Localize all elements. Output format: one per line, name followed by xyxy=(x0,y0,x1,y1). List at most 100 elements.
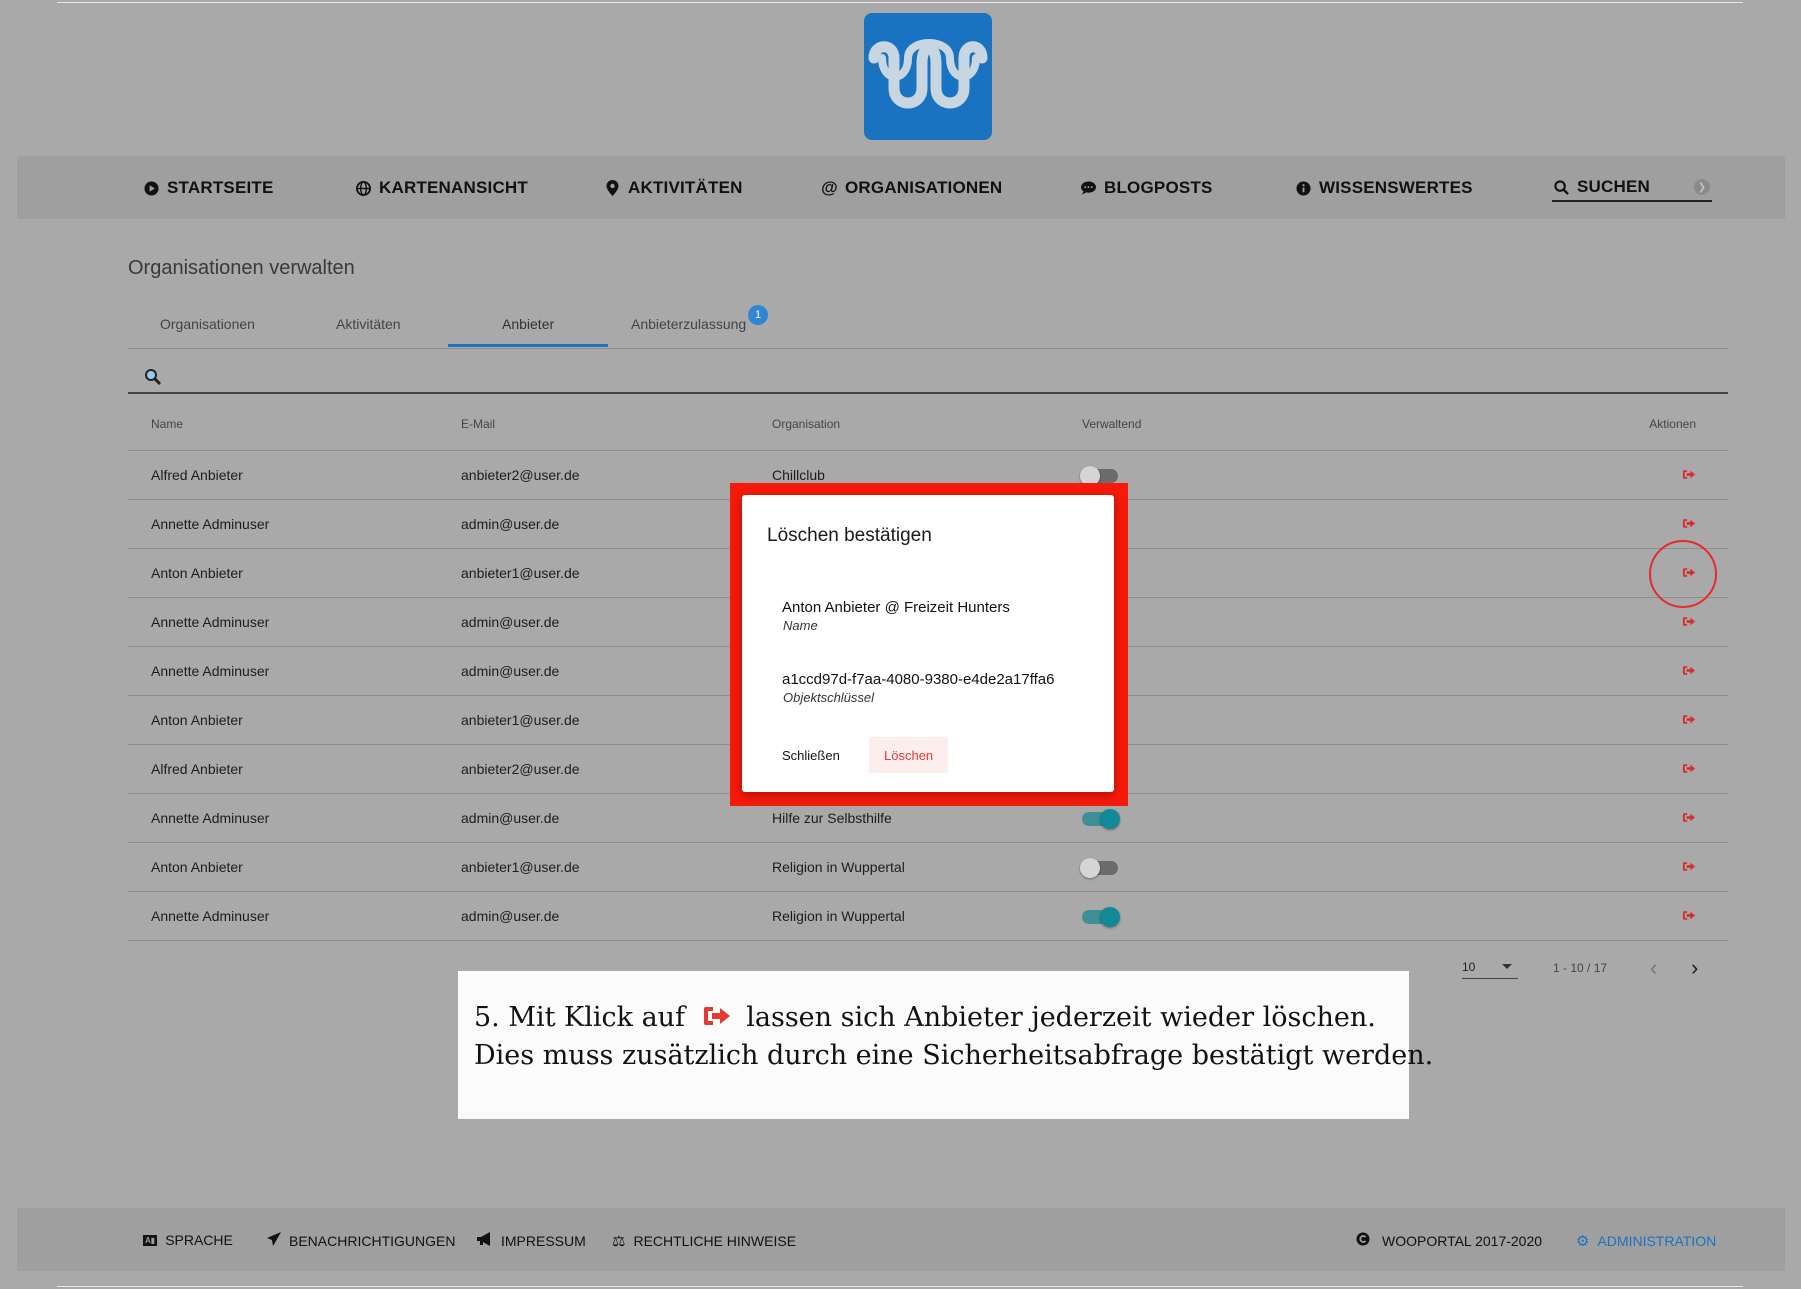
table-row: Anton Anbieter anbieter1@user.de Religion … xyxy=(128,842,1728,892)
column-header-organisation[interactable]: Organisation xyxy=(749,398,1059,451)
nav-label: AKTIVITÄTEN xyxy=(628,178,743,197)
dialog-title: Löschen bestätigen xyxy=(767,525,932,546)
toggle-knob xyxy=(1100,809,1120,830)
tab-aktivitaeten[interactable]: Aktivitäten xyxy=(336,316,401,332)
language-icon: A▮ xyxy=(143,1234,158,1246)
map-marker-icon xyxy=(605,180,620,196)
page-size-select[interactable]: 10 xyxy=(1462,960,1518,979)
footer-item-impressum[interactable]: IMPRESSUM xyxy=(477,1232,586,1249)
dialog-key-label: Objektschlüssel xyxy=(783,690,875,705)
cell-organisation: Religion in Wuppertal xyxy=(749,891,1059,941)
cell-name: Anton Anbieter xyxy=(128,548,438,598)
notification-badge: 1 xyxy=(748,305,768,325)
delete-provider-icon[interactable] xyxy=(1682,663,1696,679)
footer-item-sprache[interactable]: A▮ SPRACHE xyxy=(143,1232,233,1248)
nav-item-wissenswertes[interactable]: WISSENSWERTES xyxy=(1296,178,1473,198)
bottom-divider xyxy=(57,1286,1743,1287)
next-page-button[interactable]: › xyxy=(1691,955,1698,981)
nav-label: KARTENANSICHT xyxy=(379,178,528,197)
cell-name: Annette Adminuser xyxy=(128,793,438,843)
cell-verwaltend xyxy=(1059,842,1382,892)
delete-provider-icon[interactable] xyxy=(1682,761,1696,777)
footer: A▮ SPRACHE BENACHRICHTIGUNGEN IMPRESSUM … xyxy=(17,1208,1785,1271)
cell-name: Anton Anbieter xyxy=(128,695,438,745)
tab-organisationen[interactable]: Organisationen xyxy=(160,316,255,332)
dialog-key-value: a1ccd97d-f7aa-4080-9380-e4de2a17ffa6 xyxy=(782,671,1055,688)
nav-item-organisationen[interactable]: @ ORGANISATIONEN xyxy=(821,178,1003,198)
previous-page-button[interactable]: ‹ xyxy=(1650,955,1657,981)
cell-email: admin@user.de xyxy=(438,646,749,696)
tab-anbieterzulassung[interactable]: Anbieterzulassung xyxy=(631,316,746,332)
highlight-circle-annotation xyxy=(1649,540,1717,608)
cell-name: Annette Adminuser xyxy=(128,891,438,941)
delete-button[interactable]: Löschen xyxy=(869,737,949,773)
delete-provider-icon[interactable] xyxy=(1682,516,1696,532)
cell-aktionen xyxy=(1382,744,1728,794)
footer-item-rechtliche-hinweise[interactable]: ⚖ RECHTLICHE HINWEISE xyxy=(612,1232,796,1250)
cell-email: anbieter2@user.de xyxy=(438,450,749,500)
paper-plane-icon xyxy=(267,1232,281,1249)
dialog-name-label: Name xyxy=(783,618,818,633)
cell-aktionen xyxy=(1382,891,1728,941)
nav-label: BLOGPOSTS xyxy=(1104,178,1213,197)
column-header-verwaltend[interactable]: Verwaltend xyxy=(1059,398,1382,451)
cell-email: anbieter1@user.de xyxy=(438,842,749,892)
info-icon xyxy=(1296,180,1311,196)
column-header-name[interactable]: Name xyxy=(128,398,438,451)
tab-anbieter[interactable]: Anbieter xyxy=(502,316,554,332)
cell-email: anbieter1@user.de xyxy=(438,548,749,598)
toggle-knob xyxy=(1080,858,1100,879)
main-navigation: STARTSEITE KARTENANSICHT AKTIVITÄTEN @ O… xyxy=(17,156,1785,219)
managing-toggle[interactable] xyxy=(1082,809,1120,830)
delete-provider-icon[interactable] xyxy=(1682,614,1696,630)
page-title: Organisationen verwalten xyxy=(128,257,355,279)
search-icon xyxy=(144,368,162,391)
cell-aktionen xyxy=(1382,646,1728,696)
delete-confirm-dialog: Löschen bestätigen Anton Anbieter @ Frei… xyxy=(742,495,1114,792)
dialog-name-value: Anton Anbieter @ Freizeit Hunters xyxy=(782,599,1010,616)
comment-icon xyxy=(1081,181,1096,196)
nav-item-kartenansicht[interactable]: KARTENANSICHT xyxy=(356,178,528,198)
delete-provider-icon[interactable] xyxy=(1682,712,1696,728)
wooportal-logo[interactable] xyxy=(864,13,992,140)
nav-item-startseite[interactable]: STARTSEITE xyxy=(144,178,274,198)
cell-name: Alfred Anbieter xyxy=(128,450,438,500)
footer-item-benachrichtigungen[interactable]: BENACHRICHTIGUNGEN xyxy=(267,1232,455,1249)
delete-provider-icon[interactable] xyxy=(1682,908,1696,924)
footer-copyright: WOOPORTAL 2017-2020 xyxy=(1356,1232,1542,1249)
managing-toggle[interactable] xyxy=(1080,466,1118,487)
caption-line-1: 5. Mit Klick auf lassen sich Anbieter je… xyxy=(474,1002,1376,1034)
nav-item-aktivitaeten[interactable]: AKTIVITÄTEN xyxy=(605,178,743,198)
cell-email: anbieter2@user.de xyxy=(438,744,749,794)
delete-provider-icon[interactable] xyxy=(1682,859,1696,875)
toggle-knob xyxy=(1100,907,1120,928)
balance-scale-icon: ⚖ xyxy=(612,1233,626,1250)
table-header-row: Name E-Mail Organisation Verwaltend Akti… xyxy=(128,398,1728,451)
cell-aktionen xyxy=(1382,695,1728,745)
cell-email: admin@user.de xyxy=(438,793,749,843)
table-filter-input[interactable] xyxy=(128,356,1728,394)
delete-provider-icon[interactable] xyxy=(1682,810,1696,826)
table-row: Annette Adminuser admin@user.de Religion i… xyxy=(128,891,1728,941)
cell-aktionen xyxy=(1382,842,1728,892)
cell-aktionen xyxy=(1382,450,1728,500)
close-button[interactable]: Schließen xyxy=(767,737,855,773)
column-header-email[interactable]: E-Mail xyxy=(438,398,749,451)
sign-out-icon xyxy=(702,1003,732,1034)
footer-administration-link[interactable]: ⚙ ADMINISTRATION xyxy=(1576,1232,1716,1250)
managing-toggle[interactable] xyxy=(1080,858,1118,879)
nav-search[interactable]: SUCHEN ❯ xyxy=(1552,174,1712,202)
managing-toggle[interactable] xyxy=(1082,907,1120,928)
logo-icon xyxy=(868,39,988,109)
nav-label: STARTSEITE xyxy=(167,178,274,197)
nav-label: WISSENSWERTES xyxy=(1319,178,1473,197)
cell-name: Alfred Anbieter xyxy=(128,744,438,794)
nav-label: ORGANISATIONEN xyxy=(845,178,1003,197)
cell-name: Annette Adminuser xyxy=(128,597,438,647)
gear-icon: ⚙ xyxy=(1576,1233,1590,1250)
nav-item-blogposts[interactable]: BLOGPOSTS xyxy=(1081,178,1213,198)
cell-verwaltend xyxy=(1059,891,1382,941)
caption-line-2: Dies muss zusätzlich durch eine Sicherhe… xyxy=(474,1040,1434,1071)
search-submit-icon[interactable]: ❯ xyxy=(1694,179,1710,195)
delete-provider-icon[interactable] xyxy=(1682,467,1696,483)
